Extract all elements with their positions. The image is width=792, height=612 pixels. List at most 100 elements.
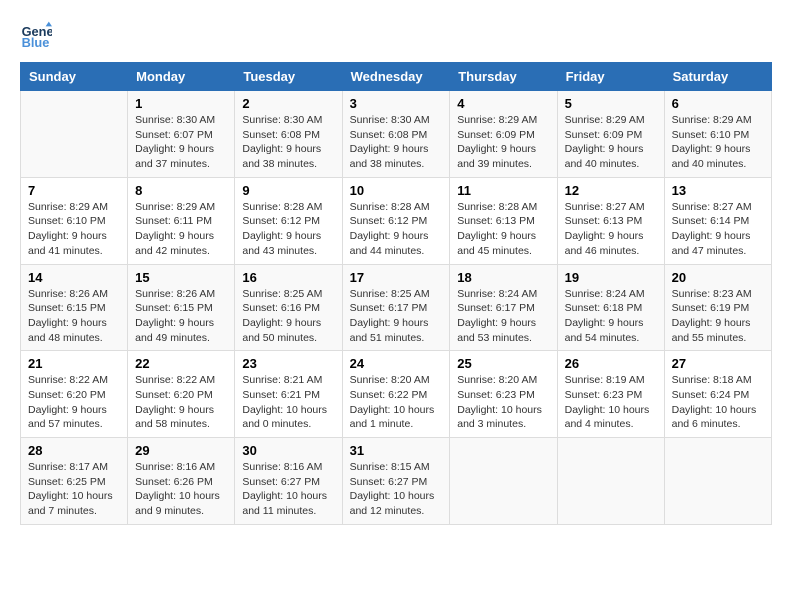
- svg-text:Blue: Blue: [22, 35, 50, 50]
- day-number: 14: [28, 270, 120, 285]
- day-info: Sunrise: 8:23 AM Sunset: 6:19 PM Dayligh…: [672, 287, 764, 346]
- day-number: 15: [135, 270, 227, 285]
- day-number: 13: [672, 183, 764, 198]
- logo: General Blue: [20, 20, 56, 52]
- weekday-header-friday: Friday: [557, 63, 664, 91]
- weekday-header-sunday: Sunday: [21, 63, 128, 91]
- day-info: Sunrise: 8:29 AM Sunset: 6:11 PM Dayligh…: [135, 200, 227, 259]
- header: General Blue: [20, 20, 772, 52]
- day-number: 5: [565, 96, 657, 111]
- calendar-cell: 17Sunrise: 8:25 AM Sunset: 6:17 PM Dayli…: [342, 264, 450, 351]
- day-number: 29: [135, 443, 227, 458]
- day-info: Sunrise: 8:30 AM Sunset: 6:08 PM Dayligh…: [350, 113, 443, 172]
- day-number: 26: [565, 356, 657, 371]
- day-info: Sunrise: 8:25 AM Sunset: 6:17 PM Dayligh…: [350, 287, 443, 346]
- day-number: 31: [350, 443, 443, 458]
- weekday-header-thursday: Thursday: [450, 63, 557, 91]
- calendar-cell: 24 Sunrise: 8:20 AM Sunset: 6:22 PM Dayli…: [342, 351, 450, 438]
- calendar-cell: 12 Sunrise: 8:27 AM Sunset: 6:13 PM Dayli…: [557, 177, 664, 264]
- day-info: Sunrise: 8:28 AM Sunset: 6:13 PM Dayligh…: [457, 200, 549, 259]
- day-info: Sunrise: 8:24 AM Sunset: 6:18 PM Dayligh…: [565, 287, 657, 346]
- day-info: Sunrise: 8:26 AM Sunset: 6:15 PM Dayligh…: [135, 287, 227, 346]
- day-info: Sunrise: 8:22 AM Sunset: 6:20 PM Dayligh…: [135, 373, 227, 432]
- calendar-week-row: 1 Sunrise: 8:30 AM Sunset: 6:07 PM Daylig…: [21, 91, 772, 178]
- weekday-header-saturday: Saturday: [664, 63, 771, 91]
- calendar-cell: 5 Sunrise: 8:29 AM Sunset: 6:09 PM Daylig…: [557, 91, 664, 178]
- day-number: 19: [565, 270, 657, 285]
- calendar-cell: [557, 438, 664, 525]
- day-number: 3: [350, 96, 443, 111]
- calendar-cell: 3 Sunrise: 8:30 AM Sunset: 6:08 PM Daylig…: [342, 91, 450, 178]
- day-number: 18: [457, 270, 549, 285]
- day-number: 12: [565, 183, 657, 198]
- calendar-cell: 25 Sunrise: 8:20 AM Sunset: 6:23 PM Dayli…: [450, 351, 557, 438]
- calendar-week-row: 7Sunrise: 8:29 AM Sunset: 6:10 PM Daylig…: [21, 177, 772, 264]
- calendar-cell: 13 Sunrise: 8:27 AM Sunset: 6:14 PM Dayli…: [664, 177, 771, 264]
- calendar-cell: 2 Sunrise: 8:30 AM Sunset: 6:08 PM Daylig…: [235, 91, 342, 178]
- calendar-week-row: 14 Sunrise: 8:26 AM Sunset: 6:15 PM Dayli…: [21, 264, 772, 351]
- day-number: 16: [242, 270, 334, 285]
- day-info: Sunrise: 8:27 AM Sunset: 6:13 PM Dayligh…: [565, 200, 657, 259]
- calendar-cell: 21 Sunrise: 8:22 AM Sunset: 6:20 PM Dayli…: [21, 351, 128, 438]
- calendar-cell: 19 Sunrise: 8:24 AM Sunset: 6:18 PM Dayli…: [557, 264, 664, 351]
- calendar-cell: 9 Sunrise: 8:28 AM Sunset: 6:12 PM Daylig…: [235, 177, 342, 264]
- day-number: 7: [28, 183, 120, 198]
- day-number: 4: [457, 96, 549, 111]
- day-info: Sunrise: 8:18 AM Sunset: 6:24 PM Dayligh…: [672, 373, 764, 432]
- day-info: Sunrise: 8:26 AM Sunset: 6:15 PM Dayligh…: [28, 287, 120, 346]
- day-number: 24: [350, 356, 443, 371]
- day-info: Sunrise: 8:30 AM Sunset: 6:07 PM Dayligh…: [135, 113, 227, 172]
- day-info: Sunrise: 8:17 AM Sunset: 6:25 PM Dayligh…: [28, 460, 120, 519]
- weekday-header-row: SundayMondayTuesdayWednesdayThursdayFrid…: [21, 63, 772, 91]
- day-number: 20: [672, 270, 764, 285]
- day-info: Sunrise: 8:27 AM Sunset: 6:14 PM Dayligh…: [672, 200, 764, 259]
- calendar-cell: 31 Sunrise: 8:15 AM Sunset: 6:27 PM Dayli…: [342, 438, 450, 525]
- day-info: Sunrise: 8:24 AM Sunset: 6:17 PM Dayligh…: [457, 287, 549, 346]
- calendar-cell: 30 Sunrise: 8:16 AM Sunset: 6:27 PM Dayli…: [235, 438, 342, 525]
- calendar-cell: 8 Sunrise: 8:29 AM Sunset: 6:11 PM Daylig…: [128, 177, 235, 264]
- calendar-cell: [21, 91, 128, 178]
- day-info: Sunrise: 8:15 AM Sunset: 6:27 PM Dayligh…: [350, 460, 443, 519]
- day-info: Sunrise: 8:22 AM Sunset: 6:20 PM Dayligh…: [28, 373, 120, 432]
- day-number: 6: [672, 96, 764, 111]
- day-info: Sunrise: 8:20 AM Sunset: 6:23 PM Dayligh…: [457, 373, 549, 432]
- calendar-cell: 23Sunrise: 8:21 AM Sunset: 6:21 PM Dayli…: [235, 351, 342, 438]
- calendar-week-row: 21 Sunrise: 8:22 AM Sunset: 6:20 PM Dayli…: [21, 351, 772, 438]
- day-number: 25: [457, 356, 549, 371]
- weekday-header-wednesday: Wednesday: [342, 63, 450, 91]
- day-number: 23: [242, 356, 334, 371]
- day-info: Sunrise: 8:29 AM Sunset: 6:10 PM Dayligh…: [672, 113, 764, 172]
- day-info: Sunrise: 8:20 AM Sunset: 6:22 PM Dayligh…: [350, 373, 443, 432]
- day-number: 9: [242, 183, 334, 198]
- day-info: Sunrise: 8:28 AM Sunset: 6:12 PM Dayligh…: [242, 200, 334, 259]
- day-number: 2: [242, 96, 334, 111]
- calendar-cell: 20 Sunrise: 8:23 AM Sunset: 6:19 PM Dayli…: [664, 264, 771, 351]
- calendar-cell: 28 Sunrise: 8:17 AM Sunset: 6:25 PM Dayli…: [21, 438, 128, 525]
- weekday-header-tuesday: Tuesday: [235, 63, 342, 91]
- calendar-cell: 29 Sunrise: 8:16 AM Sunset: 6:26 PM Dayli…: [128, 438, 235, 525]
- calendar-cell: [664, 438, 771, 525]
- day-number: 22: [135, 356, 227, 371]
- day-number: 1: [135, 96, 227, 111]
- calendar-cell: 22 Sunrise: 8:22 AM Sunset: 6:20 PM Dayli…: [128, 351, 235, 438]
- weekday-header-monday: Monday: [128, 63, 235, 91]
- day-number: 30: [242, 443, 334, 458]
- day-info: Sunrise: 8:25 AM Sunset: 6:16 PM Dayligh…: [242, 287, 334, 346]
- day-info: Sunrise: 8:29 AM Sunset: 6:09 PM Dayligh…: [565, 113, 657, 172]
- calendar-cell: 16 Sunrise: 8:25 AM Sunset: 6:16 PM Dayli…: [235, 264, 342, 351]
- day-info: Sunrise: 8:30 AM Sunset: 6:08 PM Dayligh…: [242, 113, 334, 172]
- calendar-cell: 4Sunrise: 8:29 AM Sunset: 6:09 PM Daylig…: [450, 91, 557, 178]
- day-info: Sunrise: 8:28 AM Sunset: 6:12 PM Dayligh…: [350, 200, 443, 259]
- calendar-cell: 18 Sunrise: 8:24 AM Sunset: 6:17 PM Dayli…: [450, 264, 557, 351]
- day-number: 8: [135, 183, 227, 198]
- calendar-cell: [450, 438, 557, 525]
- calendar-cell: 14 Sunrise: 8:26 AM Sunset: 6:15 PM Dayli…: [21, 264, 128, 351]
- calendar-cell: 26Sunrise: 8:19 AM Sunset: 6:23 PM Dayli…: [557, 351, 664, 438]
- day-info: Sunrise: 8:16 AM Sunset: 6:26 PM Dayligh…: [135, 460, 227, 519]
- day-number: 21: [28, 356, 120, 371]
- calendar: SundayMondayTuesdayWednesdayThursdayFrid…: [20, 62, 772, 525]
- day-number: 28: [28, 443, 120, 458]
- day-info: Sunrise: 8:16 AM Sunset: 6:27 PM Dayligh…: [242, 460, 334, 519]
- calendar-cell: 11 Sunrise: 8:28 AM Sunset: 6:13 PM Dayli…: [450, 177, 557, 264]
- day-number: 11: [457, 183, 549, 198]
